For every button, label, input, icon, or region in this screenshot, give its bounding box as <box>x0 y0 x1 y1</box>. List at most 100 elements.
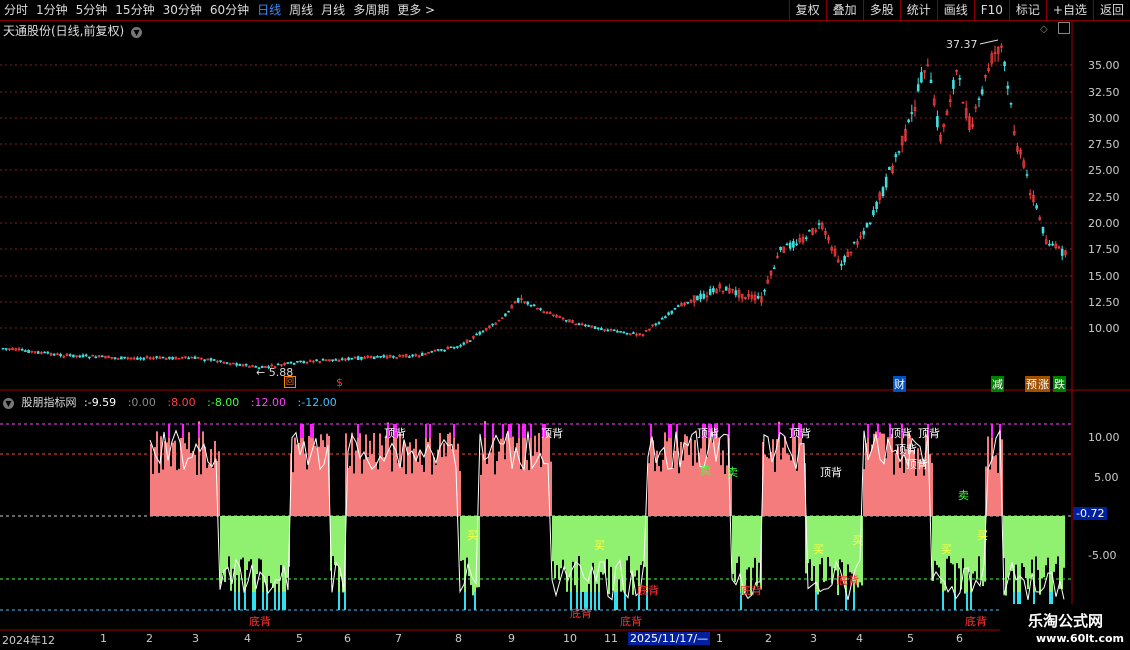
candle-body <box>72 354 75 358</box>
indicator-bar-positive <box>306 469 308 516</box>
candle-body <box>420 353 424 356</box>
indicator-bar-negative <box>332 516 334 557</box>
indicator-bar-negative <box>819 516 821 565</box>
indicator-bar-positive <box>296 444 298 516</box>
candle-body <box>59 353 62 357</box>
indicator-bar-negative <box>270 516 272 584</box>
indicator-bar-positive <box>308 436 310 516</box>
indicator-bar-positive <box>875 431 877 516</box>
candle-body <box>120 356 123 360</box>
indicator-bar-positive <box>989 469 991 516</box>
indicator-bar-bottom <box>254 592 256 610</box>
candle-body <box>36 351 40 354</box>
indicator-bar-positive <box>883 433 885 516</box>
indicator-bar-negative <box>1059 516 1061 589</box>
candle-body <box>910 112 914 114</box>
indicator-bar-positive <box>379 433 381 516</box>
indicator-bar-positive <box>997 472 999 516</box>
indicator-bar-bottom <box>594 592 596 610</box>
indicator-bar-negative <box>1009 516 1011 571</box>
signal-label: 底背 <box>740 583 762 597</box>
event-marker-rise[interactable]: 涨 <box>1037 376 1050 392</box>
indicator-bar-positive <box>794 437 796 516</box>
indicator-bar-top <box>429 424 431 438</box>
indicator-bar-negative <box>1047 516 1049 558</box>
event-marker-fall[interactable]: 跌 <box>1053 376 1066 392</box>
indicator-bar-negative <box>598 516 600 598</box>
indicator-bar-positive <box>210 449 212 516</box>
indicator-bar-positive <box>200 474 202 516</box>
indicator-bar-positive <box>168 425 170 516</box>
indicator-bar-positive <box>411 473 413 516</box>
event-marker-finance[interactable]: 财 <box>893 376 906 392</box>
candle-body <box>596 327 600 330</box>
indicator-bar-negative <box>744 516 746 593</box>
candle-body <box>360 356 363 360</box>
candle-body <box>532 304 536 307</box>
indicator-bar-bottom <box>815 592 817 610</box>
indicator-bar-positive <box>696 462 698 516</box>
indicator-bar-positive <box>381 445 383 516</box>
indicator-bar-negative <box>1015 516 1017 565</box>
candle-body <box>449 346 453 349</box>
indicator-bar-positive <box>150 443 152 516</box>
signal-label: 顶背 <box>918 426 940 440</box>
candle-body <box>686 301 690 304</box>
candle-body <box>392 356 395 358</box>
candle-body <box>785 243 789 246</box>
chevron-down-icon[interactable]: ▼ <box>3 398 14 409</box>
signal-label: 底背 <box>837 573 859 587</box>
indicator-bar-bottom <box>252 592 254 610</box>
indicator-bar-positive <box>668 430 670 516</box>
indicator-bar-positive <box>353 473 355 516</box>
indicator-bar-bottom <box>338 592 340 610</box>
indicator-bar-positive <box>480 474 482 516</box>
candle-body <box>430 350 434 353</box>
signal-label: 卖 <box>958 489 969 502</box>
candle-body <box>884 176 888 188</box>
signal-label: 买 <box>977 529 988 542</box>
candle-body <box>168 356 171 359</box>
notice-icon[interactable]: 回 <box>284 376 296 388</box>
indicator-bar-negative <box>954 516 956 598</box>
chart-canvas[interactable]: 顶背 顶背 顶背 顶背顶背顶背 顶背顶背顶背底背底背底背底背 底背底背底背买买 买买买买卖卖… <box>0 0 1130 650</box>
candle-body <box>209 358 213 361</box>
date-tick: 4 <box>856 632 863 645</box>
indicator-bar-negative <box>754 516 756 558</box>
indicator-bar-negative <box>1053 516 1055 572</box>
indicator-bar-negative <box>246 516 248 570</box>
candle-body <box>289 361 293 364</box>
indicator-bar-negative <box>572 516 574 562</box>
indicator-bar-top <box>518 424 520 438</box>
candle-body <box>980 89 984 95</box>
indicator-bar-positive <box>300 428 302 516</box>
indicator-bar-negative <box>732 516 734 574</box>
price-tick: 35.00 <box>1088 59 1120 72</box>
indicator-bar-positive <box>504 459 506 516</box>
indicator-bar-bottom <box>464 592 466 610</box>
indicator-bar-negative <box>620 516 622 592</box>
event-marker-reduce[interactable]: 减 <box>991 376 1004 392</box>
indicator-bar-positive <box>899 467 901 516</box>
indicator-bar-positive <box>550 461 552 516</box>
indicator-bar-positive <box>674 450 676 516</box>
indicator-bar-positive <box>796 470 798 516</box>
indicator-bar-negative <box>272 516 274 588</box>
candle-body <box>478 331 482 335</box>
indicator-bar-positive <box>780 459 782 516</box>
indicator-bar-positive <box>662 459 664 516</box>
indicator-bar-bottom <box>966 592 968 610</box>
dollar-icon[interactable]: $ <box>336 376 343 389</box>
indicator-bar-positive <box>385 435 387 516</box>
indicator-bar-positive <box>903 472 905 516</box>
indicator-name: 股朋指标网 <box>21 396 77 409</box>
indicator-bar-negative <box>831 516 833 584</box>
candle-body <box>564 319 568 322</box>
indicator-bar-negative <box>634 516 636 577</box>
candle-body <box>225 362 229 364</box>
indicator-bar-positive <box>800 428 802 516</box>
indicator-bar-negative <box>1055 516 1057 564</box>
candle-body <box>52 353 56 356</box>
indicator-bar-negative <box>936 516 938 565</box>
indicator-bar-negative <box>950 516 952 564</box>
